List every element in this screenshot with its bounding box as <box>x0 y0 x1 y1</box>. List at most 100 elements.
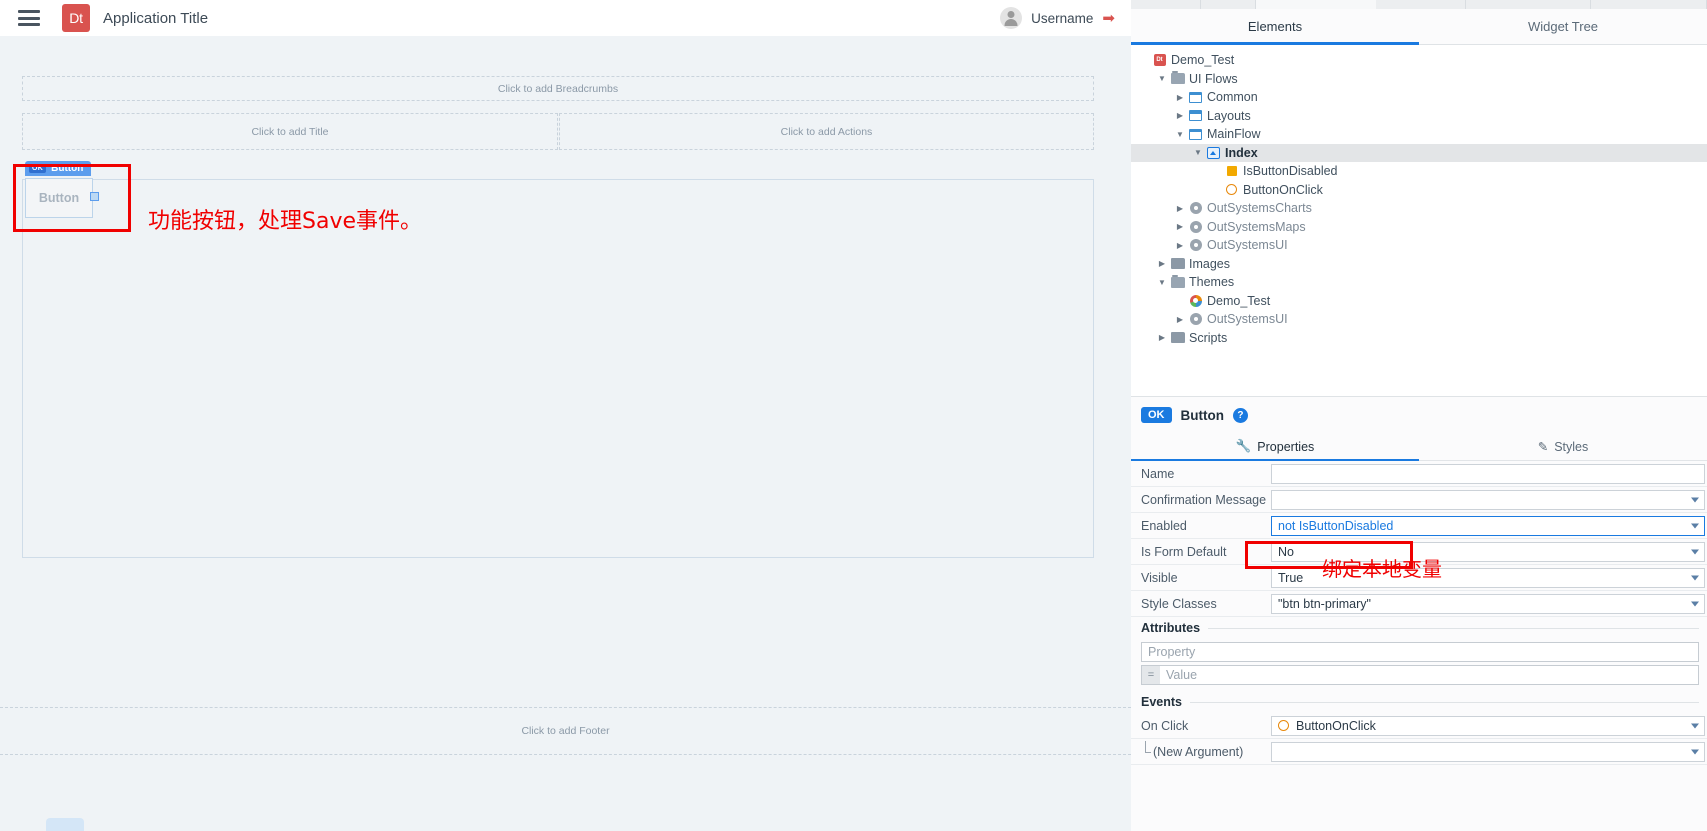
chevron-down-icon[interactable] <box>1691 575 1699 580</box>
toolbar-cell[interactable] <box>1466 0 1591 9</box>
property-input[interactable] <box>1271 463 1705 484</box>
folder-open-icon <box>1170 274 1185 288</box>
twisty-closed-icon[interactable] <box>1173 241 1187 250</box>
ide-right-panel: Elements Widget Tree Dt Demo_Test UI Flows… <box>1131 0 1707 831</box>
wrench-icon: 🔧 <box>1235 439 1252 453</box>
twisty-closed-icon[interactable] <box>1173 93 1187 102</box>
chevron-down-icon[interactable] <box>1691 601 1699 606</box>
tree-item-outsystemsui[interactable]: OutSystemsUI <box>1131 236 1707 255</box>
property-value: True <box>1278 570 1304 585</box>
hamburger-icon[interactable] <box>18 10 40 26</box>
event-label: On Click <box>1141 718 1189 733</box>
chevron-down-icon[interactable] <box>1691 549 1699 554</box>
tree-item-label: Demo_Test <box>1171 53 1235 68</box>
tree-item-scripts[interactable]: Scripts <box>1131 329 1707 348</box>
chevron-down-icon[interactable] <box>1691 723 1699 728</box>
tree-item-demo-test[interactable]: Dt Demo_Test <box>1131 51 1707 70</box>
property-input[interactable]: "btn btn-primary" <box>1271 593 1705 614</box>
tree-item-index[interactable]: Index <box>1131 143 1707 162</box>
twisty-closed-icon[interactable] <box>1155 333 1169 342</box>
placeholder-title[interactable]: Click to add Title <box>22 113 558 150</box>
toolbar-cell[interactable] <box>1376 0 1466 9</box>
tree-item-label: OutSystemsMaps <box>1207 219 1306 234</box>
folder-icon <box>1170 332 1185 344</box>
property-row-confirmation-message: Confirmation Message <box>1131 487 1707 513</box>
tree-item-label: Layouts <box>1207 108 1251 123</box>
toolbar-cell[interactable] <box>1201 0 1256 9</box>
twisty-closed-icon[interactable] <box>1173 222 1187 231</box>
tree-item-outsystemsui[interactable]: OutSystemsUI <box>1131 310 1707 329</box>
toolbar-strip <box>1131 0 1707 9</box>
tree-item-common[interactable]: Common <box>1131 88 1707 107</box>
tab-styles[interactable]: ✎ Styles <box>1419 433 1707 460</box>
folder-icon <box>1170 258 1185 270</box>
tree-item-icon <box>1187 202 1204 215</box>
twisty-open-icon[interactable] <box>1155 74 1169 83</box>
chevron-down-icon[interactable] <box>1691 523 1699 528</box>
tree-item-label: IsButtonDisabled <box>1243 164 1338 179</box>
event-input[interactable] <box>1271 741 1705 762</box>
tree-item-buttononclick[interactable]: ButtonOnClick <box>1131 181 1707 200</box>
tree-item-layouts[interactable]: Layouts <box>1131 107 1707 126</box>
logout-icon[interactable]: ➡ <box>1102 11 1115 26</box>
tree-item-label: Scripts <box>1189 330 1228 345</box>
screen-content-area[interactable] <box>22 179 1094 558</box>
tree-item-label: Themes <box>1189 275 1235 290</box>
event-rows: On Click ButtonOnClick (New Argument) <box>1131 713 1707 765</box>
tree-item-icon <box>1169 274 1186 288</box>
toolbar-cell[interactable] <box>1131 0 1201 9</box>
toolbar-cell[interactable] <box>1591 0 1707 9</box>
events-heading: Events <box>1141 695 1182 709</box>
event-icon <box>1278 720 1289 731</box>
property-input[interactable] <box>1271 489 1705 510</box>
outsystems-service-studio-window: Dt Application Title Username ➡ Click to… <box>0 0 1707 831</box>
tab-properties[interactable]: 🔧 Properties <box>1131 433 1419 461</box>
twisty-closed-icon[interactable] <box>1173 204 1187 213</box>
username-label: Username <box>1031 10 1094 26</box>
tree-item-themes[interactable]: Themes <box>1131 273 1707 292</box>
inspector-tabs: 🔧 Properties ✎ Styles <box>1131 433 1707 461</box>
tree-item-icon <box>1223 184 1240 196</box>
tree-item-demo-test[interactable]: Demo_Test <box>1131 292 1707 311</box>
twisty-open-icon[interactable] <box>1173 130 1187 139</box>
app-logo: Dt <box>62 4 90 32</box>
panel-tabs: Elements Widget Tree <box>1131 9 1707 45</box>
twisty-closed-icon[interactable] <box>1155 259 1169 268</box>
help-icon[interactable]: ? <box>1232 407 1248 423</box>
property-input[interactable]: not IsButtonDisabled <box>1271 515 1705 536</box>
tree-item-isbuttondisabled[interactable]: IsButtonDisabled <box>1131 162 1707 181</box>
chevron-down-icon[interactable] <box>1691 749 1699 754</box>
toolbar-gap <box>1256 0 1376 9</box>
property-input[interactable]: True <box>1271 567 1705 588</box>
tab-elements[interactable]: Elements <box>1131 9 1419 45</box>
attribute-value-placeholder: Value <box>1166 668 1198 682</box>
events-section-header: Events <box>1131 691 1707 713</box>
tree-item-label: Index <box>1225 145 1258 160</box>
tab-styles-label: Styles <box>1554 439 1589 454</box>
twisty-open-icon[interactable] <box>1155 278 1169 287</box>
property-input[interactable]: No <box>1271 541 1705 562</box>
placeholder-footer[interactable]: Click to add Footer <box>0 707 1131 755</box>
app-title: Application Title <box>103 9 209 27</box>
chevron-down-icon[interactable] <box>1691 497 1699 502</box>
tree-item-outsystemscharts[interactable]: OutSystemsCharts <box>1131 199 1707 218</box>
property-label: Confirmation Message <box>1141 492 1267 507</box>
tree-item-ui-flows[interactable]: UI Flows <box>1131 70 1707 89</box>
tree-item-mainflow[interactable]: MainFlow <box>1131 125 1707 144</box>
tree-item-label: MainFlow <box>1207 127 1261 142</box>
attribute-property-input[interactable]: Property <box>1141 642 1699 662</box>
event-input[interactable]: ButtonOnClick <box>1271 715 1705 736</box>
placeholder-breadcrumbs[interactable]: Click to add Breadcrumbs <box>22 76 1094 101</box>
section-divider <box>1190 701 1699 703</box>
tree-item-outsystemsmaps[interactable]: OutSystemsMaps <box>1131 218 1707 237</box>
twisty-closed-icon[interactable] <box>1173 111 1187 120</box>
twisty-open-icon[interactable] <box>1191 148 1205 157</box>
screen-canvas-pane[interactable]: Dt Application Title Username ➡ Click to… <box>0 0 1131 831</box>
element-tree[interactable]: Dt Demo_Test UI Flows Common Layouts MainFlow… <box>1131 45 1707 397</box>
tree-item-images[interactable]: Images <box>1131 255 1707 274</box>
attribute-value-input[interactable]: = Value <box>1141 665 1699 685</box>
tab-widget-tree[interactable]: Widget Tree <box>1419 9 1707 44</box>
placeholder-actions[interactable]: Click to add Actions <box>559 113 1094 150</box>
twisty-closed-icon[interactable] <box>1173 315 1187 324</box>
annotation-highlight-box-button <box>13 164 131 232</box>
